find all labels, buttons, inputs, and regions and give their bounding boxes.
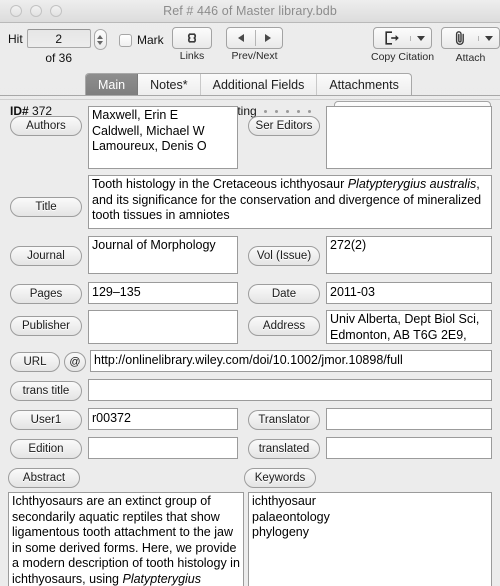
abstract-field[interactable]: Ichthyosaurs are an extinct group of sec… [8, 492, 244, 586]
link-icon [187, 33, 197, 43]
prevnext-toolbar-item[interactable]: Prev/Next [226, 27, 283, 62]
links-toolbar-item[interactable]: Links [172, 27, 212, 62]
keywords-field[interactable]: ichthyosaur palaeontology phylogeny [248, 492, 492, 586]
minimize-button[interactable] [30, 5, 42, 17]
arrow-right-icon [265, 34, 272, 42]
translator-label[interactable]: Translator [248, 410, 320, 430]
mark-label: Mark [137, 33, 164, 47]
hit-stepper[interactable] [93, 29, 107, 50]
rating-dot-1[interactable] [263, 109, 267, 113]
export-icon [384, 31, 399, 45]
chevron-down-icon [417, 35, 426, 41]
date-label[interactable]: Date [248, 284, 320, 304]
trans-title-label[interactable]: trans title [10, 381, 82, 401]
title-label[interactable]: Title [10, 197, 82, 217]
edition-label[interactable]: Edition [10, 439, 82, 459]
title-field[interactable]: Tooth histology in the Cretaceous ichthy… [88, 175, 492, 229]
prevnext-segmented-control[interactable] [226, 27, 283, 49]
tab-group: Main Notes* Additional Fields Attachment… [85, 73, 412, 96]
ser-editors-label[interactable]: Ser Editors [248, 116, 320, 136]
authors-label[interactable]: Authors [10, 116, 82, 136]
vol-issue-label[interactable]: Vol (Issue) [248, 246, 320, 266]
address-field[interactable]: Univ Alberta, Dept Biol Sci, Edmonton, A… [326, 310, 492, 344]
user1-label[interactable]: User1 [10, 410, 82, 430]
vol-issue-field[interactable]: 272(2) [326, 236, 492, 274]
hit-total-label: of 36 [45, 51, 73, 65]
journal-field[interactable]: Journal of Morphology [88, 236, 238, 274]
authors-field[interactable]: Maxwell, Erin E Caldwell, Michael W Lamo… [88, 106, 238, 169]
rating-dot-5[interactable] [307, 109, 311, 113]
copy-citation-toolbar-item[interactable]: Copy Citation [371, 27, 434, 63]
user1-field[interactable]: r00372 [88, 408, 238, 430]
pages-field[interactable]: 129–135 [88, 282, 238, 304]
zoom-button[interactable] [50, 5, 62, 17]
stepper-up-icon[interactable] [97, 34, 104, 39]
attach-menu-arrow[interactable] [478, 35, 499, 41]
arrow-left-icon [237, 34, 244, 42]
publisher-field[interactable] [88, 310, 238, 344]
trans-title-field[interactable] [88, 379, 492, 401]
attach-toolbar-item[interactable]: Attach [441, 27, 500, 64]
url-at-button[interactable]: @ [64, 352, 86, 372]
translated-label[interactable]: translated [248, 439, 320, 459]
edition-field[interactable] [88, 437, 238, 459]
tab-bar: Main Notes* Additional Fields Attachment… [0, 73, 500, 99]
prevnext-caption: Prev/Next [231, 50, 278, 62]
abstract-label[interactable]: Abstract [8, 468, 80, 488]
links-caption: Links [179, 50, 205, 62]
close-button[interactable] [10, 5, 22, 17]
copy-citation-button[interactable] [373, 27, 433, 49]
tab-baseline [0, 95, 500, 96]
prev-button[interactable] [227, 28, 255, 48]
rating-dot-3[interactable] [285, 109, 289, 113]
attach-button[interactable] [441, 27, 500, 49]
tab-attachments[interactable]: Attachments [317, 74, 410, 96]
next-button[interactable] [255, 28, 283, 48]
window-title: Ref # 446 of Master library.bdb [163, 4, 337, 18]
tab-notes[interactable]: Notes* [138, 74, 201, 96]
abstract-text-italic: Platypterygius [122, 571, 201, 586]
tab-main[interactable]: Main [86, 74, 139, 96]
paperclip-icon [455, 31, 464, 45]
url-label[interactable]: URL [10, 352, 60, 372]
rating-dot-4[interactable] [296, 109, 300, 113]
mark-checkbox-group[interactable]: Mark [119, 33, 164, 47]
tab-additional-fields[interactable]: Additional Fields [201, 74, 318, 96]
toolbar: Hit of 36 Mark Link [0, 23, 500, 71]
segment-divider [254, 30, 256, 46]
bookends-reference-window: Ref # 446 of Master library.bdb Hit of 3… [0, 0, 500, 586]
window-controls [10, 5, 62, 17]
translator-field[interactable] [326, 408, 492, 430]
attach-caption: Attach [455, 52, 486, 64]
chevron-down-icon [485, 35, 493, 41]
keywords-label[interactable]: Keywords [244, 468, 316, 488]
url-field[interactable]: http://onlinelibrary.wiley.com/doi/10.10… [90, 350, 492, 372]
rating-dot-2[interactable] [274, 109, 278, 113]
title-text-part1: Tooth histology in the Cretaceous ichthy… [92, 177, 348, 191]
mark-checkbox[interactable] [119, 33, 132, 47]
stepper-down-icon[interactable] [97, 40, 104, 45]
attach-main[interactable] [442, 30, 478, 46]
hit-label: Hit [8, 32, 23, 46]
links-button[interactable] [172, 27, 212, 49]
window-titlebar: Ref # 446 of Master library.bdb [0, 0, 500, 23]
reference-form: ID# 372 No Label Rating Journal article … [0, 99, 500, 586]
ser-editors-field[interactable] [326, 106, 492, 169]
translated-field[interactable] [326, 437, 492, 459]
hit-input[interactable] [26, 29, 91, 48]
address-label[interactable]: Address [248, 316, 320, 336]
hit-navigator: Hit of 36 [8, 29, 107, 65]
journal-label[interactable]: Journal [10, 246, 82, 266]
publisher-label[interactable]: Publisher [10, 316, 82, 336]
date-field[interactable]: 2011-03 [326, 282, 492, 304]
copy-citation-main[interactable] [374, 31, 410, 45]
title-text-italic: Platypterygius australis [347, 177, 477, 191]
pages-label[interactable]: Pages [10, 284, 82, 304]
copy-citation-menu-arrow[interactable] [410, 35, 431, 41]
copy-citation-caption: Copy Citation [371, 51, 435, 63]
